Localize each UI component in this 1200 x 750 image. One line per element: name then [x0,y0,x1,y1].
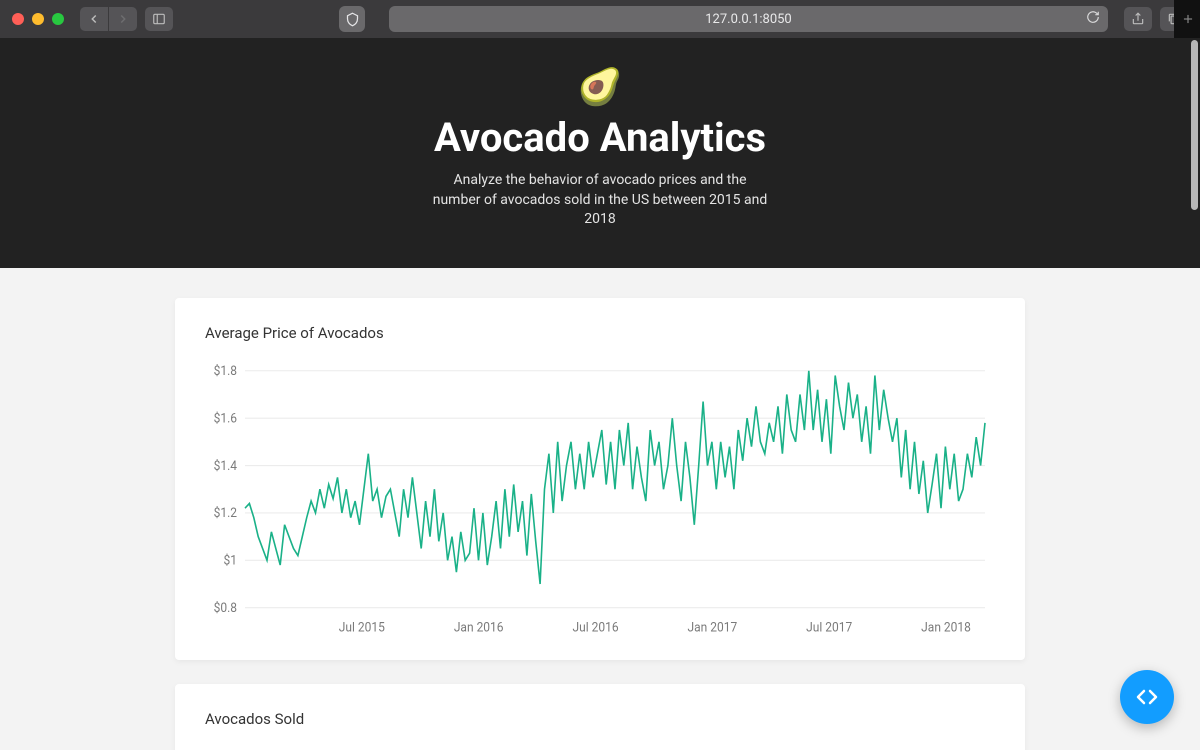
svg-text:$1.8: $1.8 [214,363,237,379]
price-chart[interactable]: $0.8 $1 $1.2 $1.4 $1.6 $1.8 Jul 2015 Jan 2016 Ju… [205,360,995,640]
svg-text:Jan 2017: Jan 2017 [688,620,738,636]
sidebar-toggle-button[interactable] [145,7,173,31]
price-chart-card: Average Price of Avocados $0.8 $1 $1.2 $1.4… [175,298,1025,660]
svg-text:$1.2: $1.2 [214,506,237,522]
reload-icon[interactable] [1086,10,1100,28]
avocado-icon: 🥑 [0,66,1200,108]
svg-text:$1: $1 [224,553,237,569]
svg-text:$1.4: $1.4 [214,458,237,474]
svg-text:$0.8: $0.8 [214,600,237,616]
window-controls [12,13,64,25]
svg-text:Jan 2016: Jan 2016 [454,620,504,636]
url-text: 127.0.0.1:8050 [705,12,792,27]
page-subtitle: Analyze the behavior of avocado prices a… [430,171,770,230]
new-tab-button[interactable] [1174,0,1200,38]
svg-text:$1.6: $1.6 [214,411,237,427]
share-button[interactable] [1124,7,1152,31]
page-header: 🥑 Avocado Analytics Analyze the behavior… [0,38,1200,268]
svg-text:Jan 2018: Jan 2018 [921,620,971,636]
page-title: Avocado Analytics [0,114,1200,161]
privacy-shield-button[interactable] [339,6,365,32]
price-chart-title: Average Price of Avocados [205,324,995,342]
page-body: Average Price of Avocados $0.8 $1 $1.2 $1.4… [0,268,1200,750]
scrollbar-thumb[interactable] [1191,40,1198,210]
address-bar[interactable]: 127.0.0.1:8050 [389,6,1108,32]
svg-text:Jul 2017: Jul 2017 [806,620,852,636]
nav-group [80,7,137,31]
svg-text:Jul 2016: Jul 2016 [572,620,618,636]
minimize-window-button[interactable] [32,13,44,25]
close-window-button[interactable] [12,13,24,25]
back-button[interactable] [80,7,108,31]
svg-text:Jul 2015: Jul 2015 [339,620,385,636]
sold-chart-title: Avocados Sold [205,710,995,728]
fullscreen-window-button[interactable] [52,13,64,25]
browser-toolbar: 127.0.0.1:8050 [0,0,1200,38]
forward-button[interactable] [109,7,137,31]
page-viewport: 🥑 Avocado Analytics Analyze the behavior… [0,38,1200,750]
dev-tools-button[interactable] [1120,670,1174,724]
sold-chart-card: Avocados Sold [175,684,1025,750]
